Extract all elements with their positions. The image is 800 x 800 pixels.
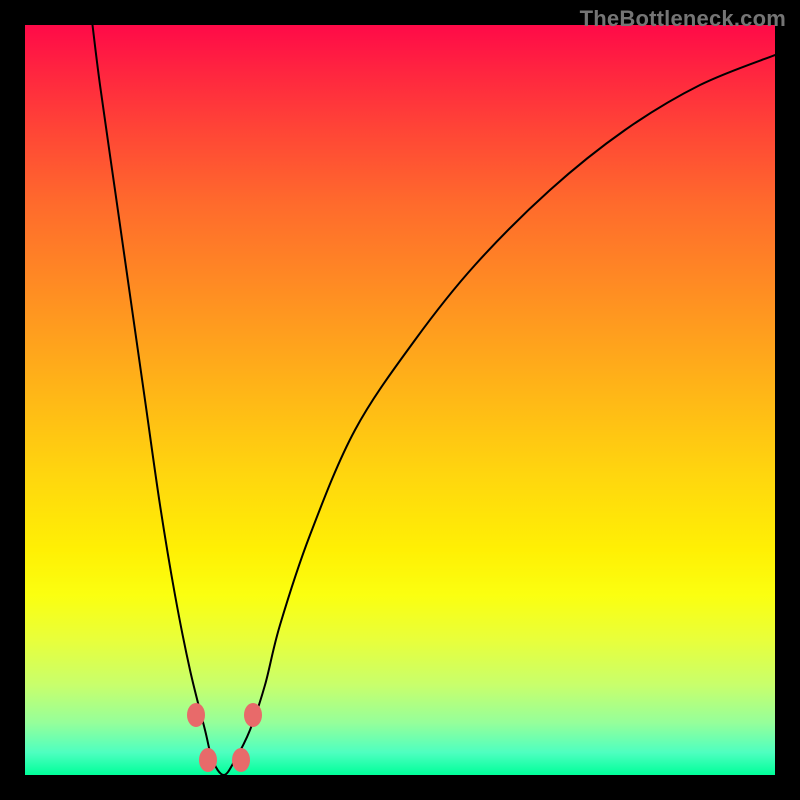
- watermark-text: TheBottleneck.com: [580, 6, 786, 32]
- chart-svg: [25, 25, 775, 775]
- plot-outer-frame: [25, 25, 775, 775]
- curve-marker: [244, 703, 262, 727]
- gradient-plot-area: [25, 25, 775, 775]
- marker-group: [187, 703, 262, 772]
- bottleneck-curve: [93, 25, 776, 775]
- curve-marker: [232, 748, 250, 772]
- curve-marker: [187, 703, 205, 727]
- chart-stage: TheBottleneck.com: [0, 0, 800, 800]
- curve-marker: [199, 748, 217, 772]
